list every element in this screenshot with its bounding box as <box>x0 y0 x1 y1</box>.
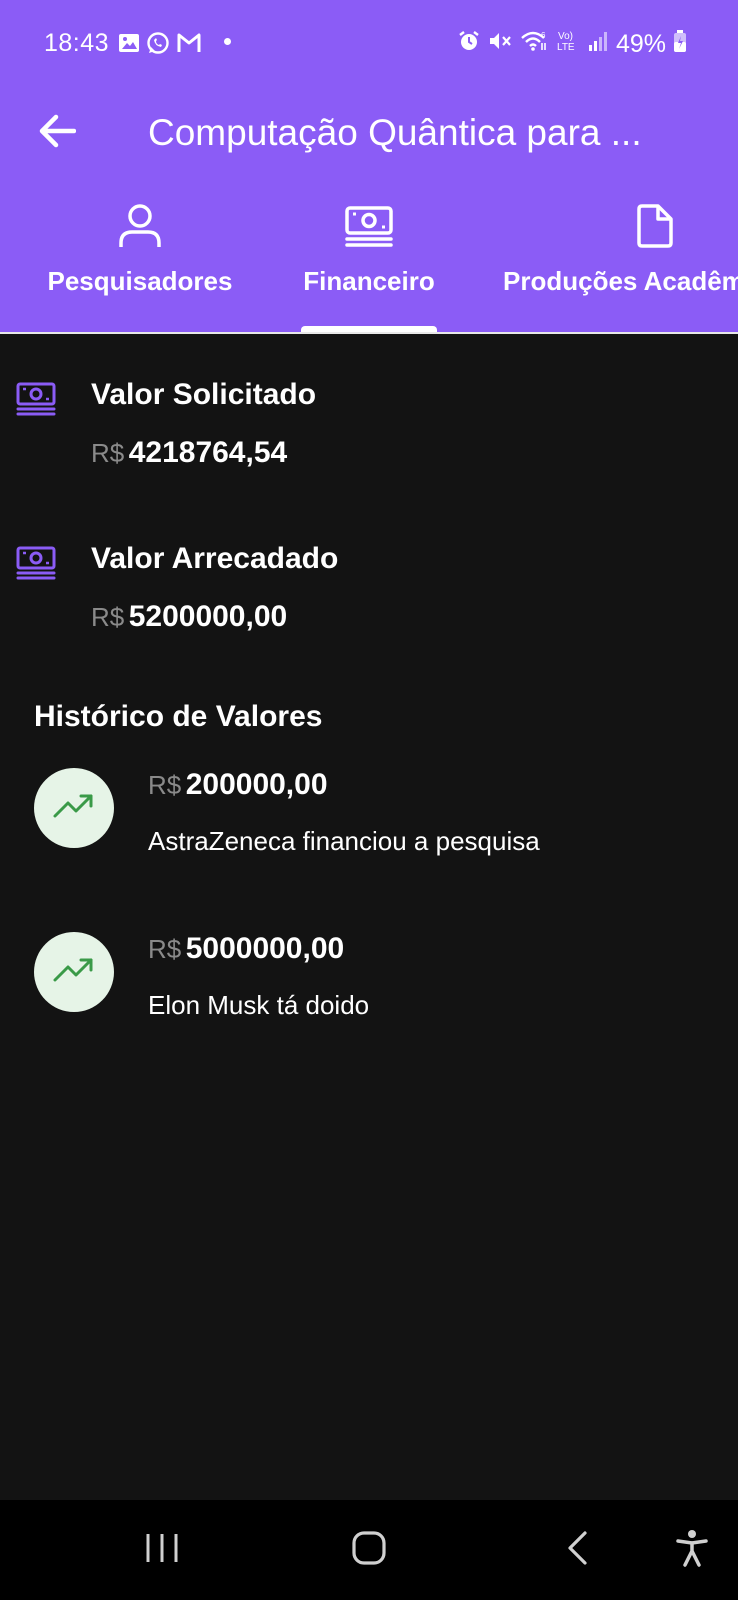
svg-text:6: 6 <box>541 31 546 40</box>
signal-icon <box>588 30 608 59</box>
requested-value-title: Valor Solicitado <box>91 378 317 411</box>
document-icon <box>636 203 674 254</box>
tab-label: Pesquisadores <box>47 266 233 296</box>
tab-financeiro[interactable]: Financeiro <box>296 196 442 334</box>
tab-producoes-academicas[interactable]: Produções Acadêm <box>503 196 738 334</box>
notification-dot <box>224 38 231 45</box>
history-description: Elon Musk tá doido <box>148 990 370 1020</box>
tab-bar: Pesquisadores Financeiro Produções Acadê… <box>0 196 738 334</box>
money-icon <box>344 205 394 254</box>
person-icon <box>118 203 162 254</box>
trending-up-icon <box>52 792 96 825</box>
history-title: Histórico de Valores <box>34 700 323 733</box>
mute-icon <box>488 30 512 59</box>
system-back-button[interactable] <box>562 1530 592 1570</box>
tab-label: Financeiro <box>303 266 435 296</box>
recents-icon <box>144 1532 180 1569</box>
currency-symbol: R$ <box>148 934 182 964</box>
tab-label: Produções Acadêm <box>503 266 738 296</box>
trend-avatar <box>34 768 114 848</box>
history-amount: R$ 200000,00 <box>148 768 328 802</box>
volte-icon: Vo) LTE <box>556 29 580 60</box>
alarm-icon <box>458 30 480 59</box>
amount-value: 5000000,00 <box>185 932 345 965</box>
history-item: R$ 200000,00 AstraZeneca financiou a pes… <box>0 768 738 878</box>
accessibility-icon <box>675 1529 709 1572</box>
gallery-icon <box>118 32 140 61</box>
history-amount: R$ 5000000,00 <box>148 932 344 966</box>
back-icon <box>565 1530 589 1571</box>
battery-percent: 49% <box>615 30 666 58</box>
wifi-icon: 6 <box>520 30 548 59</box>
amount-value: 200000,00 <box>185 768 328 801</box>
whatsapp-icon <box>146 31 170 62</box>
amount-value: 5200000,00 <box>128 600 288 633</box>
home-button[interactable] <box>350 1530 388 1570</box>
back-button[interactable] <box>30 106 84 160</box>
accessibility-button[interactable] <box>672 1529 712 1572</box>
requested-value-amount: R$ 4218764,54 <box>91 436 287 470</box>
system-nav-bar <box>0 1500 738 1600</box>
currency-symbol: R$ <box>91 438 125 468</box>
recents-button[interactable] <box>144 1530 180 1570</box>
trend-avatar <box>34 932 114 1012</box>
header-divider <box>0 332 738 334</box>
gmail-icon <box>176 32 202 61</box>
status-time: 18:43 <box>44 29 110 57</box>
status-bar: 18:43 6 Vo) LTE 49% <box>0 0 738 86</box>
raised-value-title: Valor Arrecadado <box>91 542 339 575</box>
svg-text:LTE: LTE <box>557 42 575 53</box>
history-description: AstraZeneca financiou a pesquisa <box>148 826 540 856</box>
money-icon <box>16 382 56 421</box>
svg-text:Vo): Vo) <box>558 31 573 42</box>
tab-pesquisadores[interactable]: Pesquisadores <box>42 196 238 334</box>
app-header: 18:43 6 Vo) LTE 49% Computação Quântica … <box>0 0 738 334</box>
battery-icon <box>674 30 686 59</box>
money-icon <box>16 546 56 585</box>
page-title: Computação Quântica para ... <box>148 112 642 153</box>
raised-value-amount: R$ 5200000,00 <box>91 600 287 634</box>
history-item: R$ 5000000,00 Elon Musk tá doido <box>0 932 738 1042</box>
home-icon <box>351 1530 387 1571</box>
arrow-left-icon <box>38 114 77 153</box>
amount-value: 4218764,54 <box>128 436 288 469</box>
currency-symbol: R$ <box>91 602 125 632</box>
currency-symbol: R$ <box>148 770 182 800</box>
trending-up-icon <box>52 956 96 989</box>
